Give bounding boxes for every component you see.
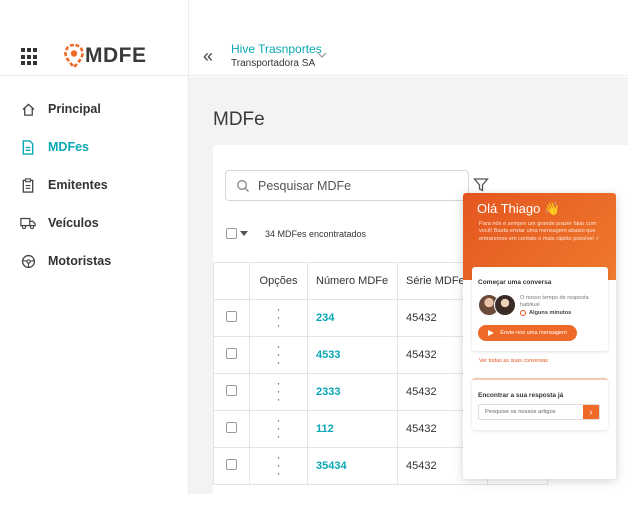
start-conversation-card: Começar uma conversa O nosso tempo de re…	[472, 267, 608, 351]
chat-widget: Olá Thiago 👋 Para nós e sempre um grande…	[463, 193, 616, 479]
clock-icon	[520, 310, 526, 316]
sidebar-item-veiculos[interactable]: Veículos	[0, 204, 189, 242]
more-options-icon[interactable]: · · ·	[277, 303, 281, 331]
company-type: Transportadora SA	[231, 58, 316, 69]
sidebar-item-mdfes[interactable]: MDFes	[0, 128, 189, 166]
chevron-down-icon[interactable]	[317, 52, 327, 58]
see-all-conversations-link[interactable]: Ver todas as suas conversas	[479, 358, 548, 364]
reply-time-text: Alguns minutos	[529, 310, 572, 316]
articles-search-input[interactable]	[479, 409, 579, 415]
clipboard-icon	[20, 177, 36, 193]
header-number[interactable]: Número MDFe	[307, 262, 398, 300]
row-number-link[interactable]: 4533	[307, 336, 398, 374]
row-checkbox[interactable]	[226, 311, 237, 322]
more-options-icon[interactable]: · · ·	[277, 377, 281, 405]
row-number-link[interactable]: 2333	[307, 373, 398, 411]
row-checkbox[interactable]	[226, 422, 237, 433]
sidebar-nav: Principal MDFes Emitentes Veículos Motor…	[0, 90, 189, 280]
company-name: Hive Trasnportes	[231, 42, 322, 56]
row-checkbox[interactable]	[226, 348, 237, 359]
search-icon	[237, 179, 249, 192]
chat-greeting: Olá Thiago 👋	[477, 201, 561, 216]
results-count: 34 MDFes encontratados	[265, 229, 367, 239]
truck-icon	[20, 215, 36, 231]
header-checkbox-cell	[213, 262, 250, 300]
row-checkbox[interactable]	[226, 459, 237, 470]
sidebar-item-label: Veículos	[48, 216, 99, 230]
find-answer-card: Encontrar a sua resposta já ›	[472, 378, 608, 430]
send-message-button[interactable]: Envie-nos uma mensagem	[478, 325, 577, 341]
document-icon	[20, 139, 36, 155]
page-title: MDFe	[213, 109, 265, 130]
sidebar: MDFE Principal MDFes Emitentes Veículos …	[0, 0, 189, 494]
caret-down-icon[interactable]	[240, 231, 248, 236]
start-conversation-title: Começar uma conversa	[478, 279, 552, 286]
chat-intro: Para nós e sempre um grande prazer falar…	[479, 221, 600, 242]
sidebar-item-label: Motoristas	[48, 254, 112, 268]
search-input[interactable]	[258, 178, 458, 193]
app-window: MDFE Principal MDFes Emitentes Veículos …	[0, 0, 628, 529]
find-answer-title: Encontrar a sua resposta já	[478, 392, 564, 399]
sidebar-item-principal[interactable]: Principal	[0, 90, 189, 128]
reply-time-value: Alguns minutos	[520, 310, 571, 316]
company-selector[interactable]: Hive Trasnportes Transportadora SA	[231, 42, 322, 69]
home-icon	[20, 101, 36, 117]
avatar	[494, 294, 516, 316]
header-options: Opções	[249, 262, 308, 300]
more-options-icon[interactable]: · · ·	[277, 451, 281, 479]
select-all-checkbox[interactable]	[226, 228, 237, 239]
reply-time-label: O nosso tempo de resposta habitual	[520, 295, 589, 308]
logo-row: MDFE	[0, 0, 189, 76]
send-icon	[488, 330, 495, 336]
select-all-dropdown[interactable]	[226, 228, 248, 239]
search-box[interactable]	[225, 170, 469, 201]
apps-grid-icon[interactable]	[21, 48, 39, 66]
row-checkbox[interactable]	[226, 385, 237, 396]
more-options-icon[interactable]: · · ·	[277, 414, 281, 442]
sidebar-item-emitentes[interactable]: Emitentes	[0, 166, 189, 204]
collapse-sidebar-icon[interactable]: «	[203, 47, 213, 65]
team-avatars	[478, 294, 518, 316]
logo-text: MDFE	[85, 44, 147, 67]
row-number-link[interactable]: 35434	[307, 447, 398, 485]
filter-icon[interactable]	[473, 177, 489, 193]
logo: MDFE	[64, 44, 147, 68]
sidebar-item-motoristas[interactable]: Motoristas	[0, 242, 189, 280]
articles-search-box[interactable]: ›	[478, 404, 600, 420]
chevron-right-icon[interactable]: ›	[583, 405, 599, 419]
row-number-link[interactable]: 112	[307, 410, 398, 448]
steering-wheel-icon	[20, 253, 36, 269]
sidebar-item-label: MDFes	[48, 140, 89, 154]
top-bar: « Hive Trasnportes Transportadora SA	[189, 0, 628, 76]
sidebar-item-label: Emitentes	[48, 178, 108, 192]
location-pin-icon	[64, 44, 84, 68]
more-options-icon[interactable]: · · ·	[277, 340, 281, 368]
sidebar-item-label: Principal	[48, 102, 101, 116]
send-message-label: Envie-nos uma mensagem	[500, 330, 567, 336]
row-number-link[interactable]: 234	[307, 299, 398, 337]
